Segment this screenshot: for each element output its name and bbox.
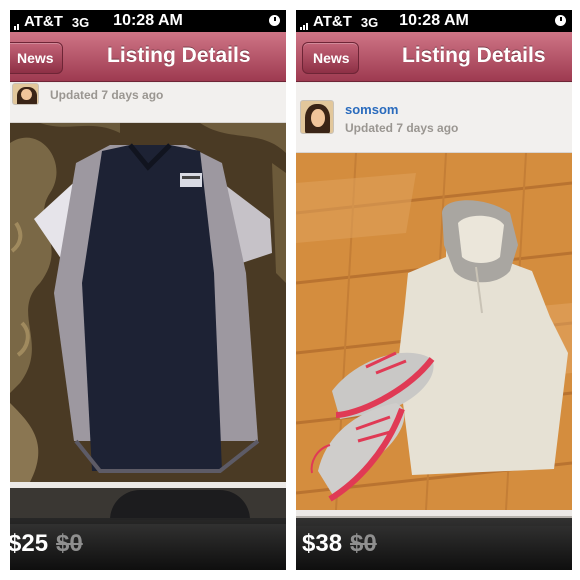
avatar[interactable] — [300, 100, 334, 134]
listing-photo-image — [10, 123, 286, 482]
status-bar: AT&T 3G 10:28 AM — [10, 10, 286, 32]
alarm-clock-icon — [555, 15, 566, 26]
navigation-bar: News Listing Details — [10, 32, 286, 82]
status-bar: AT&T 3G 10:28 AM — [296, 10, 572, 32]
status-time: 10:28 AM — [399, 12, 469, 29]
original-price: $0 — [350, 530, 377, 557]
price: $25 — [10, 530, 49, 557]
price: $38 — [302, 530, 343, 557]
page-title: Listing Details — [107, 44, 251, 67]
updated-timestamp: Updated 7 days ago — [50, 88, 164, 102]
updated-timestamp: Updated 7 days ago — [345, 121, 459, 135]
navigation-bar: News Listing Details — [296, 32, 572, 82]
alarm-clock-icon — [269, 15, 280, 26]
page-title: Listing Details — [402, 44, 546, 67]
listing-photo[interactable] — [10, 123, 286, 482]
seller-name-link[interactable]: somsom — [345, 102, 398, 117]
status-time: 10:28 AM — [113, 12, 183, 29]
avatar[interactable] — [12, 83, 39, 105]
original-price: $0 — [56, 530, 83, 557]
listing-screen-right: AT&T 3G 10:28 AM News Listing Details so… — [296, 10, 572, 570]
seller-header[interactable]: somsom Updated 7 days ago — [296, 83, 572, 153]
seller-header[interactable]: Updated 7 days ago — [10, 83, 286, 123]
back-button[interactable]: News — [10, 42, 63, 74]
price-bar: $25 $0 — [10, 518, 286, 570]
back-button[interactable]: News — [302, 42, 359, 74]
listing-photo[interactable] — [296, 153, 572, 510]
price-bar: $38 $0 — [296, 518, 572, 570]
listing-screen-left: AT&T 3G 10:28 AM News Listing Details Up… — [10, 10, 286, 570]
listing-photo-image — [296, 153, 572, 510]
